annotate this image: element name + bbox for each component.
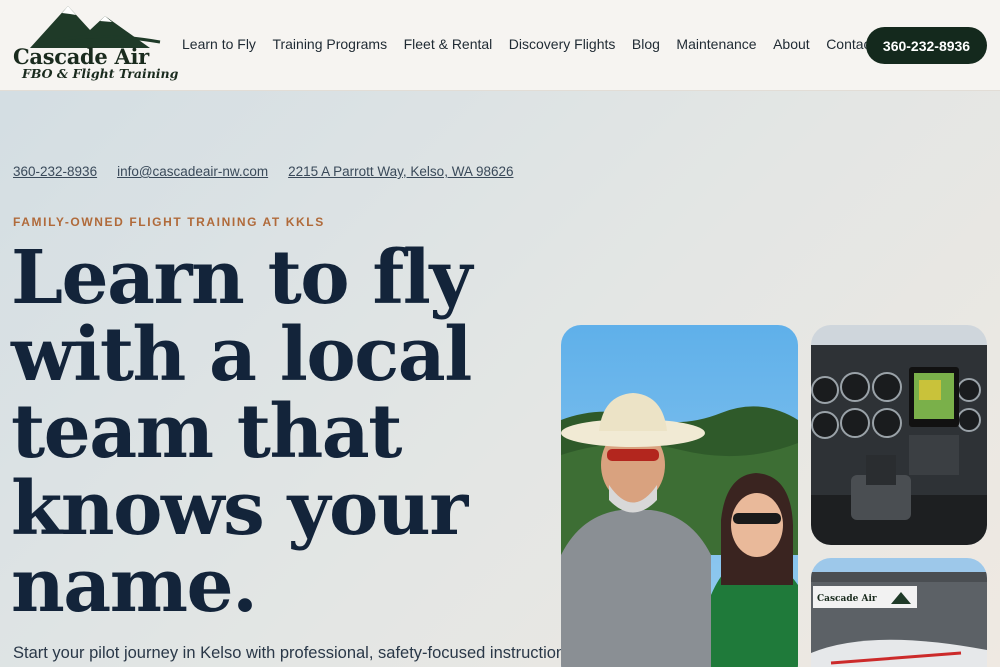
nav-maintenance[interactable]: Maintenance — [676, 36, 756, 52]
main-nav: Learn to Fly Training Programs Fleet & R… — [182, 36, 891, 52]
hangar-photo: Cascade Air — [811, 558, 987, 667]
logo-tagline: FBO & Flight Training — [22, 66, 179, 81]
phone-link[interactable]: 360-232-8936 — [13, 164, 97, 179]
logo[interactable]: Cascade Air FBO & Flight Training — [10, 0, 178, 90]
nav-about[interactable]: About — [773, 36, 810, 52]
site-header: Cascade Air FBO & Flight Training Learn … — [0, 0, 1000, 91]
svg-text:Cascade Air: Cascade Air — [817, 594, 877, 604]
phone-button[interactable]: 360-232-8936 — [866, 27, 987, 64]
address-link[interactable]: 2215 A Parrott Way, Kelso, WA 98626 — [288, 164, 513, 179]
hero-headline: Learn to fly with a local team that know… — [11, 235, 472, 629]
cockpit-photo — [811, 325, 987, 545]
nav-discovery-flights[interactable]: Discovery Flights — [509, 36, 616, 52]
contact-row: 360-232-8936 info@cascadeair-nw.com 2215… — [13, 164, 513, 179]
nav-learn-to-fly[interactable]: Learn to Fly — [182, 36, 256, 52]
nav-blog[interactable]: Blog — [632, 36, 660, 52]
nav-fleet-rental[interactable]: Fleet & Rental — [404, 36, 493, 52]
hero-subtext: Start your pilot journey in Kelso with p… — [13, 644, 570, 662]
email-link[interactable]: info@cascadeair-nw.com — [117, 164, 268, 179]
hero-eyebrow: FAMILY-OWNED FLIGHT TRAINING AT KKLS — [13, 215, 325, 229]
nav-training-programs[interactable]: Training Programs — [272, 36, 387, 52]
instructor-student-photo — [561, 325, 798, 667]
